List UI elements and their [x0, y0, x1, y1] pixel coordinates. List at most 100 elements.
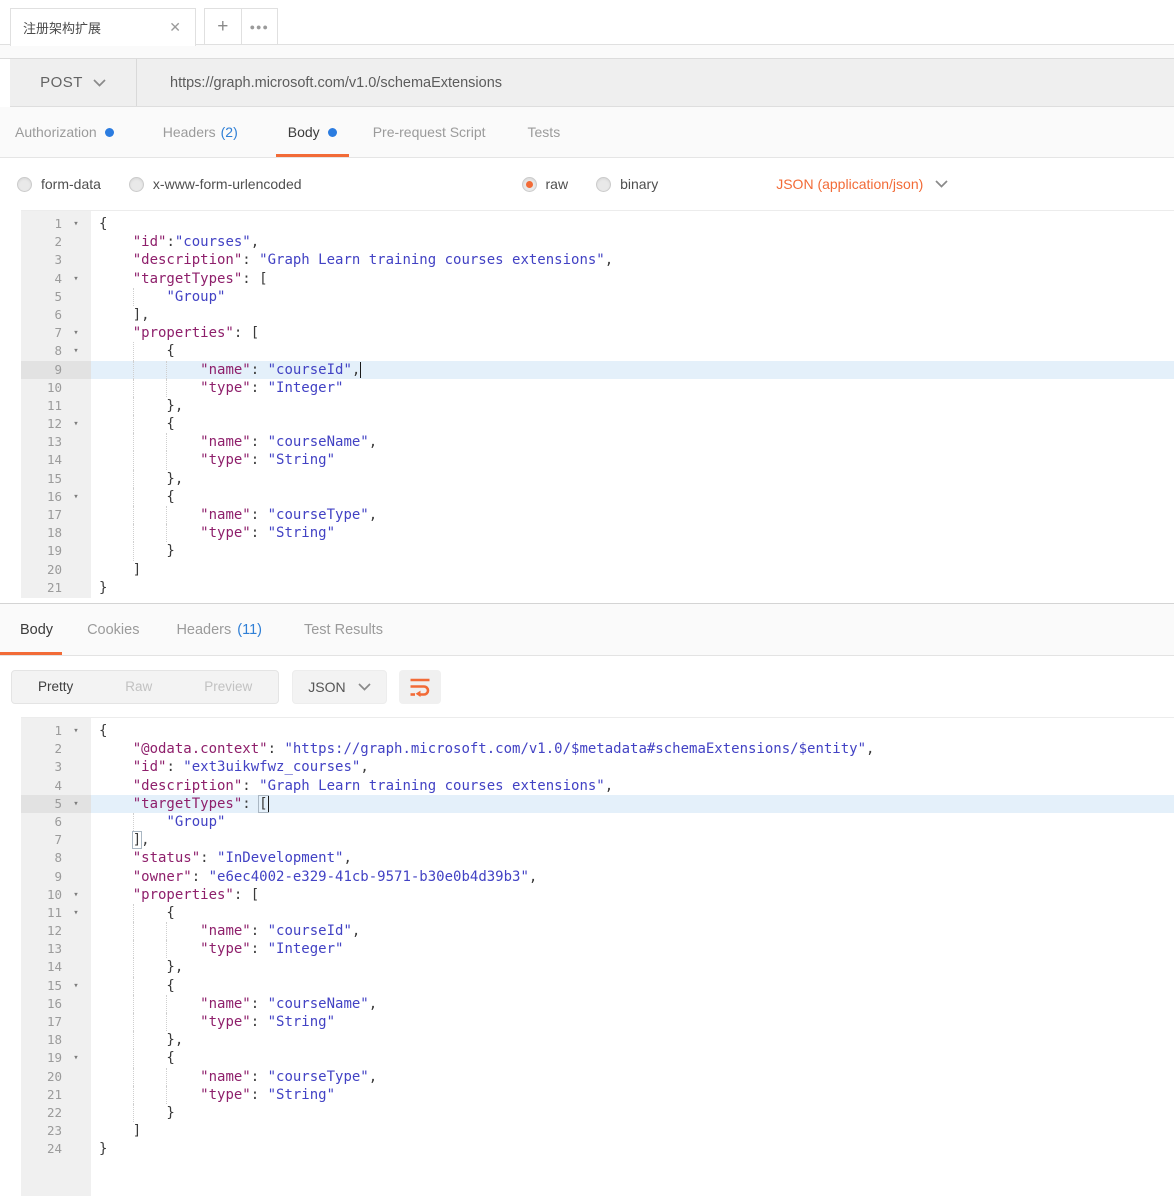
mode-raw[interactable]: raw [522, 176, 569, 192]
url-input[interactable]: https://graph.microsoft.com/v1.0/schemaE… [137, 59, 1174, 106]
code-line[interactable]: 9 "name": "courseId", [21, 361, 1174, 379]
fold-arrow-icon[interactable]: ▾ [67, 977, 85, 995]
response-tab-body[interactable]: Body [0, 604, 62, 655]
code-line[interactable]: 12▾ { [21, 415, 1174, 433]
code-line[interactable]: 19 } [21, 542, 1174, 560]
code-line[interactable]: 20 ] [21, 561, 1174, 579]
view-raw-button[interactable]: Raw [99, 671, 178, 703]
code-line[interactable]: 12 "name": "courseId", [21, 922, 1174, 940]
code-line[interactable]: 11▾ { [21, 904, 1174, 922]
line-number: 8 [21, 849, 67, 867]
code-line[interactable]: 14 }, [21, 958, 1174, 976]
fold-gutter [67, 1031, 85, 1049]
code-line[interactable]: 3 "id": "ext3uikwfwz_courses", [21, 758, 1174, 776]
tab-body[interactable]: Body [276, 107, 349, 157]
code-line[interactable]: 23 ] [21, 1122, 1174, 1140]
response-body-editor[interactable]: 1▾{2 "@odata.context": "https://graph.mi… [21, 717, 1174, 1196]
request-tab[interactable]: 注册架构扩展 ✕ [10, 8, 196, 46]
fold-arrow-icon[interactable]: ▾ [67, 1049, 85, 1067]
code-line[interactable]: 2 "@odata.context": "https://graph.micro… [21, 740, 1174, 758]
response-tab-test-results[interactable]: Test Results [304, 604, 383, 655]
new-tab-button[interactable]: + [205, 9, 242, 44]
code-line[interactable]: 21} [21, 579, 1174, 597]
tab-headers[interactable]: Headers(2) [151, 107, 250, 157]
code-line[interactable]: 3 "description": "Graph Learn training c… [21, 251, 1174, 269]
fold-arrow-icon[interactable]: ▾ [67, 324, 85, 342]
code-line[interactable]: 1▾{ [21, 215, 1174, 233]
more-tabs-button[interactable]: ●●● [242, 9, 278, 44]
matching-bracket-highlight [259, 796, 267, 812]
line-number: 14 [21, 958, 67, 976]
code-line[interactable]: 22 } [21, 1104, 1174, 1122]
fold-gutter [67, 1104, 85, 1122]
method-select[interactable]: POST [10, 59, 137, 106]
tab-authorization[interactable]: Authorization [3, 107, 126, 157]
fold-gutter [67, 451, 85, 469]
fold-arrow-icon[interactable]: ▾ [67, 795, 85, 813]
tab-tests[interactable]: Tests [516, 107, 573, 157]
code-line[interactable]: 15 }, [21, 470, 1174, 488]
fold-arrow-icon[interactable]: ▾ [67, 722, 85, 740]
fold-arrow-icon[interactable]: ▾ [67, 488, 85, 506]
code-line[interactable]: 4▾ "targetTypes": [ [21, 270, 1174, 288]
wrap-lines-button[interactable] [399, 670, 441, 704]
code-line[interactable]: 5 "Group" [21, 288, 1174, 306]
tab-pre-request-script[interactable]: Pre-request Script [361, 107, 498, 157]
fold-gutter [67, 288, 85, 306]
radio-icon[interactable] [17, 177, 32, 192]
code-line[interactable]: 15▾ { [21, 977, 1174, 995]
code-line[interactable]: 9 "owner": "e6ec4002-e329-41cb-9571-b30e… [21, 868, 1174, 886]
view-pretty-button[interactable]: Pretty [12, 671, 99, 703]
line-number: 13 [21, 433, 67, 451]
response-tab-cookies[interactable]: Cookies [87, 604, 139, 655]
code-line[interactable]: 16 "name": "courseName", [21, 995, 1174, 1013]
code-line[interactable]: 17 "type": "String" [21, 1013, 1174, 1031]
fold-arrow-icon[interactable]: ▾ [67, 415, 85, 433]
code-line[interactable]: 21 "type": "String" [21, 1086, 1174, 1104]
code-line[interactable]: 13 "type": "Integer" [21, 940, 1174, 958]
code-line[interactable]: 24} [21, 1140, 1174, 1158]
code-line[interactable]: 1▾{ [21, 722, 1174, 740]
response-format-select[interactable]: JSON [292, 670, 386, 704]
code-line[interactable]: 18 "type": "String" [21, 524, 1174, 542]
mode-binary[interactable]: binary [596, 176, 658, 192]
code-line[interactable]: 2 "id":"courses", [21, 233, 1174, 251]
radio-selected-icon[interactable] [522, 177, 537, 192]
code-line[interactable]: 8▾ { [21, 342, 1174, 360]
radio-icon[interactable] [596, 177, 611, 192]
content-type-select[interactable]: JSON (application/json) [776, 176, 948, 192]
fold-arrow-icon[interactable]: ▾ [67, 342, 85, 360]
fold-gutter [67, 831, 85, 849]
radio-icon[interactable] [129, 177, 144, 192]
code-line[interactable]: 14 "type": "String" [21, 451, 1174, 469]
code-line[interactable]: 20 "name": "courseType", [21, 1068, 1174, 1086]
fold-arrow-icon[interactable]: ▾ [67, 270, 85, 288]
code-line[interactable]: 10▾ "properties": [ [21, 886, 1174, 904]
mode-form-data[interactable]: form-data [17, 176, 101, 192]
code-line[interactable]: 6 "Group" [21, 813, 1174, 831]
code-line[interactable]: 10 "type": "Integer" [21, 379, 1174, 397]
code-line[interactable]: 11 }, [21, 397, 1174, 415]
view-preview-button[interactable]: Preview [178, 671, 278, 703]
response-tab-headers[interactable]: Headers(11) [176, 604, 262, 655]
code-line[interactable]: 5▾ "targetTypes": [ [21, 795, 1174, 813]
code-line[interactable]: 7▾ "properties": [ [21, 324, 1174, 342]
mode-x-www-form-urlencoded[interactable]: x-www-form-urlencoded [129, 176, 302, 192]
code-line[interactable]: 7 ], [21, 831, 1174, 849]
fold-arrow-icon[interactable]: ▾ [67, 904, 85, 922]
code-line[interactable]: 4 "description": "Graph Learn training c… [21, 777, 1174, 795]
fold-arrow-icon[interactable]: ▾ [67, 886, 85, 904]
code-line[interactable]: 8 "status": "InDevelopment", [21, 849, 1174, 867]
code-line[interactable]: 6 ], [21, 306, 1174, 324]
code-line[interactable]: 17 "name": "courseType", [21, 506, 1174, 524]
close-tab-icon[interactable]: ✕ [167, 19, 183, 36]
request-body-editor[interactable]: 1▾{2 "id":"courses",3 "description": "Gr… [21, 210, 1174, 598]
code-line[interactable]: 18 }, [21, 1031, 1174, 1049]
code-line[interactable]: 13 "name": "courseName", [21, 433, 1174, 451]
fold-gutter [67, 397, 85, 415]
line-number: 2 [21, 740, 67, 758]
fold-arrow-icon[interactable]: ▾ [67, 215, 85, 233]
code-line[interactable]: 16▾ { [21, 488, 1174, 506]
line-number: 3 [21, 251, 67, 269]
code-line[interactable]: 19▾ { [21, 1049, 1174, 1067]
